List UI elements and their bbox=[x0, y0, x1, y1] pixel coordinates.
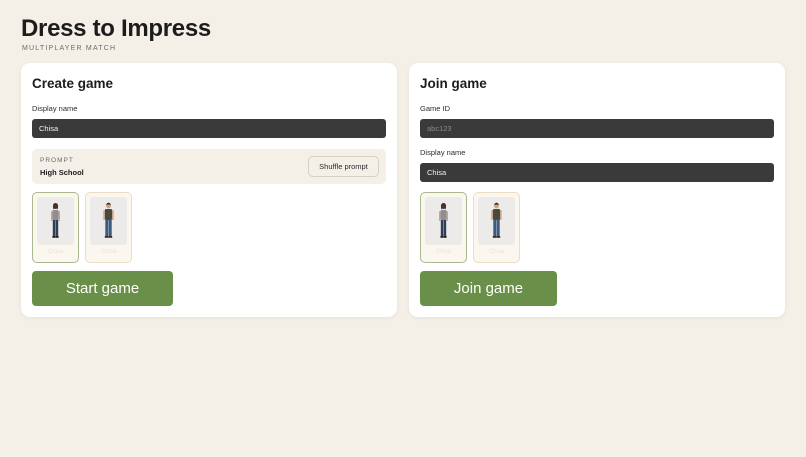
female-avatar-icon bbox=[425, 197, 462, 245]
create-game-card: Create game Display name PROMPT High Sch… bbox=[21, 63, 397, 317]
female-avatar-icon bbox=[37, 197, 74, 245]
app-title: Dress to Impress bbox=[21, 15, 211, 42]
prompt-value: High School bbox=[40, 168, 84, 177]
create-game-title: Create game bbox=[32, 76, 114, 91]
avatar-name: Chisa bbox=[488, 249, 505, 255]
avatar-option-male[interactable]: Chisa bbox=[473, 192, 520, 263]
create-avatar-picker: Chisa Chisa bbox=[32, 192, 132, 263]
start-game-button[interactable]: Start game bbox=[32, 271, 173, 306]
avatar-name: Chisa bbox=[47, 249, 64, 255]
prompt-label: PROMPT bbox=[40, 157, 74, 164]
game-id-input[interactable] bbox=[420, 119, 774, 138]
avatar-name: Chisa bbox=[100, 249, 117, 255]
app-subtitle: MULTIPLAYER MATCH bbox=[22, 45, 117, 52]
male-avatar-icon bbox=[90, 197, 127, 245]
join-display-name-label: Display name bbox=[420, 148, 466, 157]
game-id-label: Game ID bbox=[420, 104, 451, 113]
join-display-name-input[interactable] bbox=[420, 163, 774, 182]
create-display-name-label: Display name bbox=[32, 104, 78, 113]
male-avatar-icon bbox=[478, 197, 515, 245]
prompt-box: PROMPT High School Shuffle prompt bbox=[32, 149, 386, 184]
shuffle-prompt-button[interactable]: Shuffle prompt bbox=[308, 156, 379, 177]
avatar-name: Chisa bbox=[435, 249, 452, 255]
avatar-option-female[interactable]: Chisa bbox=[420, 192, 467, 263]
avatar-option-female[interactable]: Chisa bbox=[32, 192, 79, 263]
join-game-button[interactable]: Join game bbox=[420, 271, 557, 306]
join-game-title: Join game bbox=[420, 76, 487, 91]
avatar-option-male[interactable]: Chisa bbox=[85, 192, 132, 263]
join-game-card: Join game Game ID Display name Chisa bbox=[409, 63, 785, 317]
join-avatar-picker: Chisa Chisa bbox=[420, 192, 520, 263]
create-display-name-input[interactable] bbox=[32, 119, 386, 138]
